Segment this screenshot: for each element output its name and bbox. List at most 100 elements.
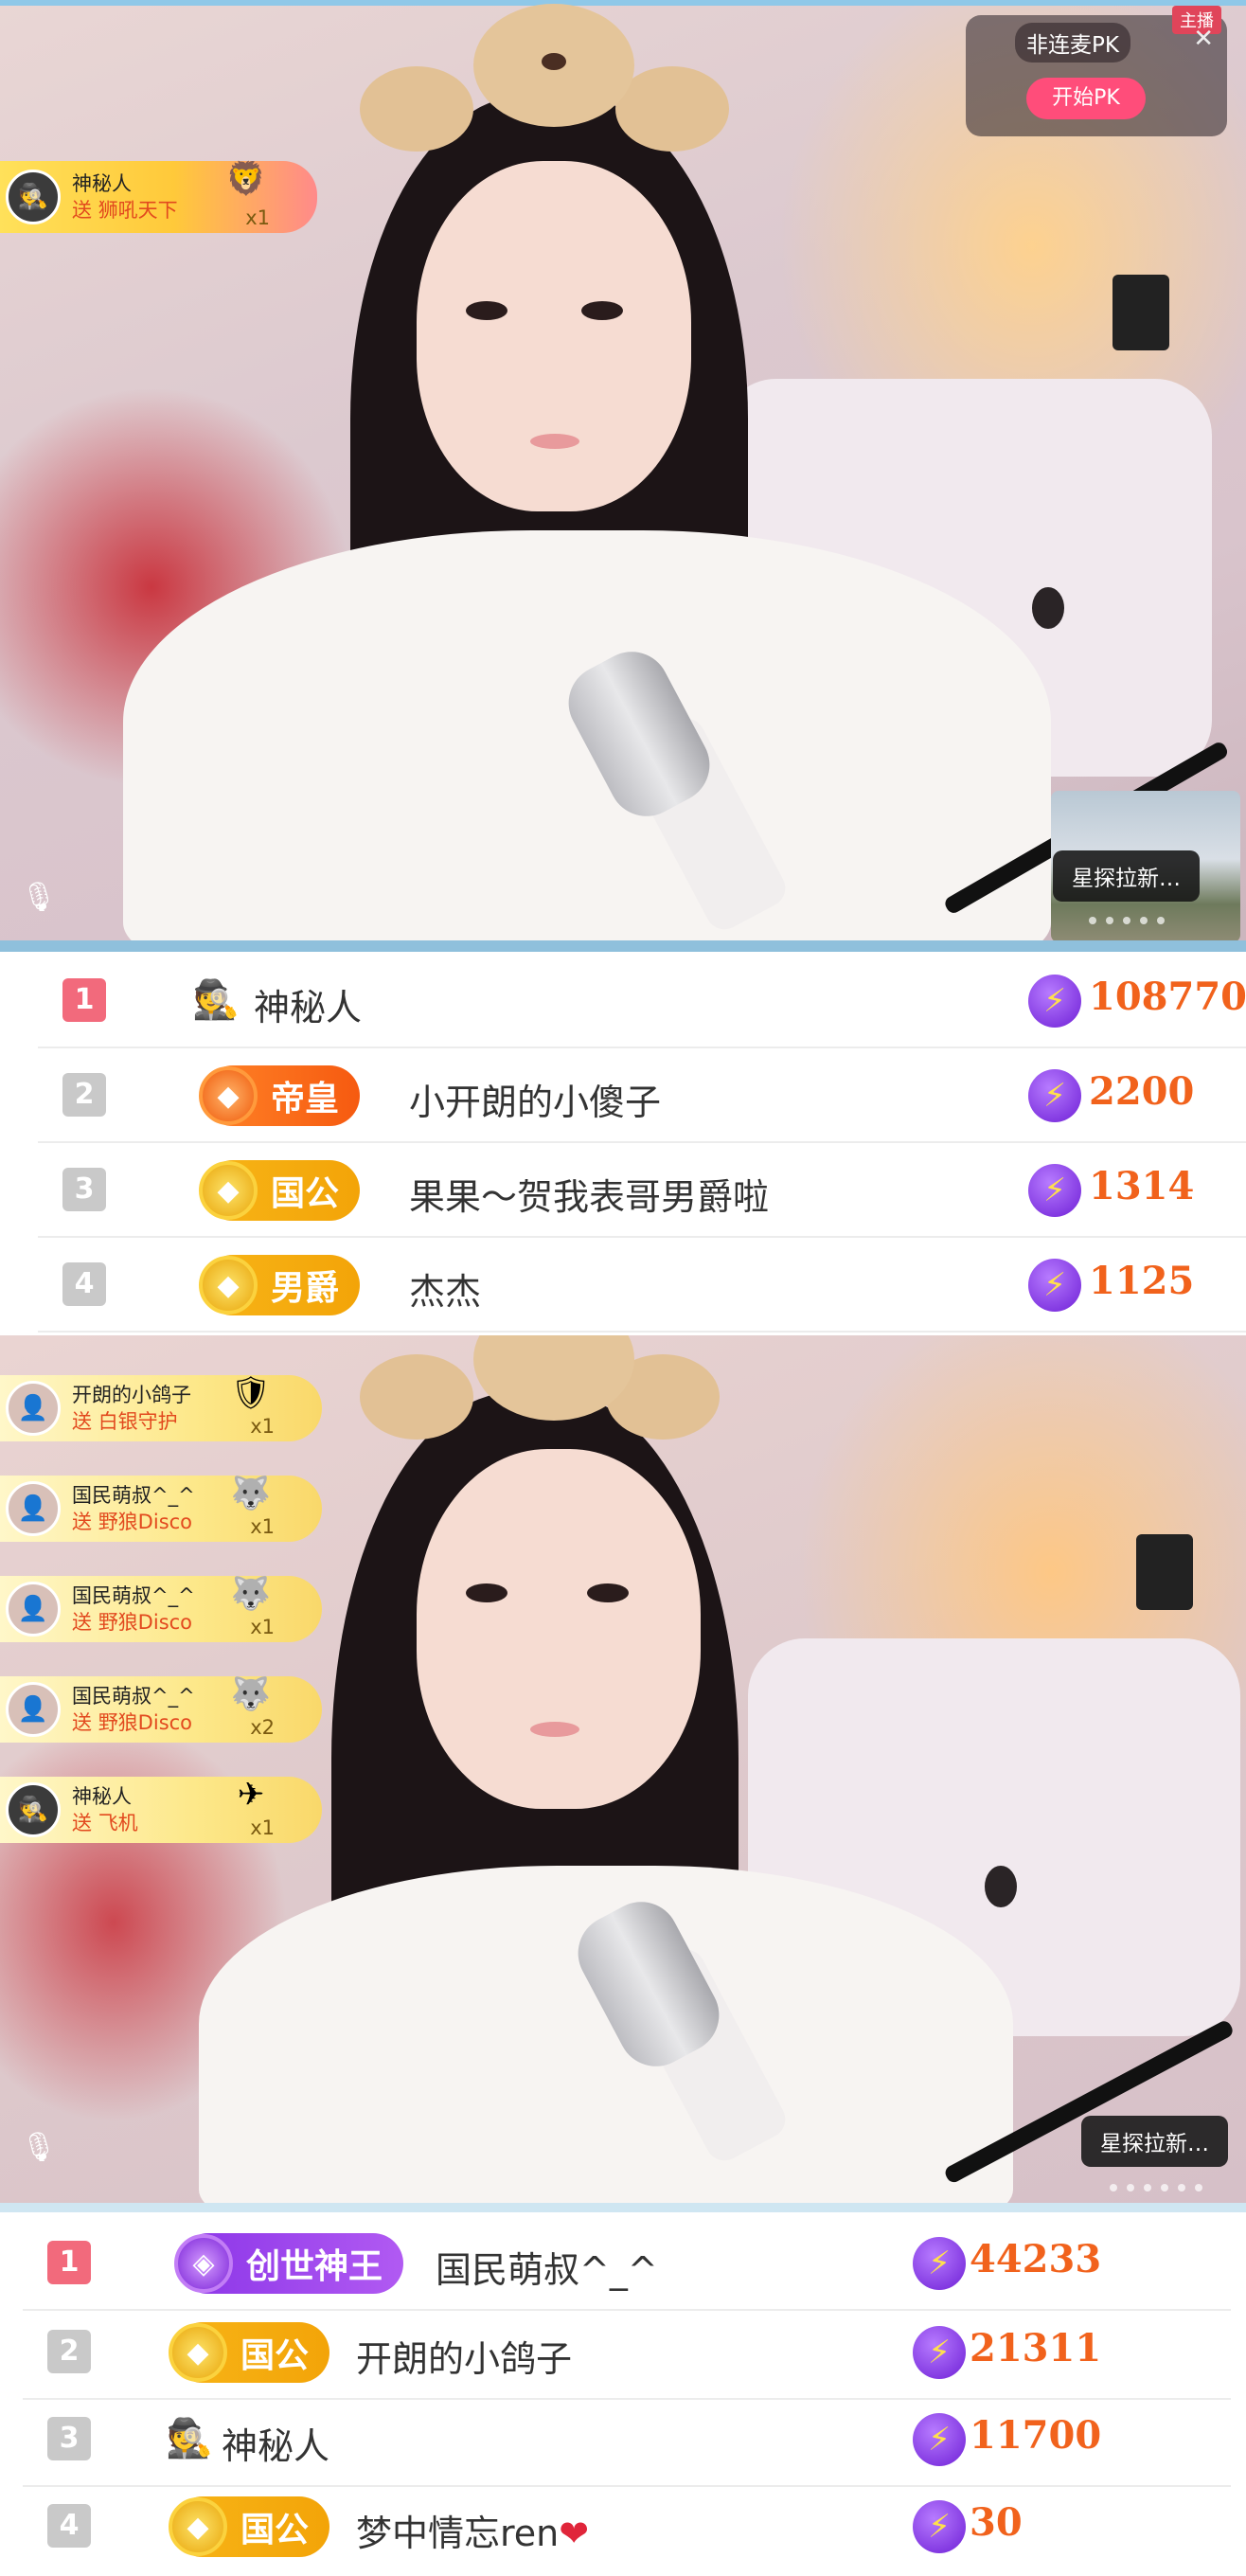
rank-row[interactable]: 4 ◆ 国公 梦中情忘ren❤ ⚡ 30 (23, 2479, 1231, 2574)
bottom-accent-strip (0, 940, 1246, 952)
gift-verb: 送 (72, 1410, 92, 1433)
diamond-icon: ◆ (199, 1161, 258, 1220)
microphone-icon[interactable]: 🎙 (21, 881, 57, 919)
incognito-hat-icon: 🕵 (166, 2416, 213, 2460)
rank-row[interactable]: 3 ◆ 国公 果果～贺我表哥男爵啦 ⚡ 1314 (38, 1143, 1246, 1238)
gift-sender: 国民萌叔^_^ (72, 1685, 195, 1708)
airplane-gift-icon: ✈ (237, 1776, 265, 1814)
gift-item: 狮吼天下 (98, 199, 178, 222)
tier-badge: ◆ 帝皇 (199, 1065, 361, 1126)
gift-count: x1 (250, 1415, 275, 1438)
rank-number: 2 (62, 1073, 106, 1117)
rank-score: 44233 (970, 2237, 1102, 2281)
gift-count: x2 (250, 1716, 275, 1739)
contribution-ranking-2: 1 ◈ 创世神王 国民萌叔^_^ ⚡ 44233 2 ◆ 国公 开朗的小鸽子 ⚡… (0, 2203, 1246, 2576)
tier-badge: ◆ 男爵 (199, 1255, 361, 1315)
diamond-icon: ◆ (169, 2323, 227, 2382)
incognito-user-icon: 🕵 (6, 170, 61, 224)
incognito-user-icon: 🕵 (6, 1782, 61, 1837)
rank-row[interactable]: 4 ◆ 男爵 杰杰 ⚡ 1125 (38, 1238, 1246, 1333)
rank-number: 2 (47, 2330, 91, 2373)
diamond-icon: ◆ (199, 1256, 258, 1315)
microphone-icon[interactable]: 🎙 (21, 2131, 57, 2169)
shield-rank-icon: ◈ (174, 2234, 233, 2293)
rank-username: 果果～贺我表哥男爵啦 (409, 1176, 770, 1218)
carousel-dots (1089, 917, 1165, 924)
rank-number: 4 (62, 1262, 106, 1306)
gift-notification: 🕵 神秘人 送 狮吼天下 🦁 x1 (0, 160, 317, 233)
start-pk-button[interactable]: 开始PK (1026, 78, 1146, 119)
gift-verb: 送 (72, 1611, 92, 1634)
lightning-icon: ⚡ (913, 2237, 966, 2290)
live-stream-screens: 🕵 神秘人 送 狮吼天下 🦁 x1 主播 非连麦PK ✕ 开始PK 🎙 星探拉新… (0, 0, 1246, 2576)
gift-item: 飞机 (98, 1812, 138, 1834)
lightning-icon: ⚡ (1028, 1259, 1081, 1312)
tier-name: 国公 (240, 2336, 310, 2375)
section-divider (0, 2203, 1246, 2212)
gift-item: 白银守护 (98, 1410, 178, 1433)
rank-row[interactable]: 1 ◈ 创世神王 国民萌叔^_^ ⚡ 44233 (23, 2216, 1231, 2311)
rank-username: 开朗的小鸽子 (356, 2338, 573, 2380)
rank-username-text: 梦中情忘ren (356, 2513, 560, 2554)
lightning-icon: ⚡ (913, 2326, 966, 2379)
close-icon[interactable]: ✕ (1193, 25, 1214, 53)
gift-notification: 👤 国民萌叔^_^ 送 野狼Disco 🐺 x2 (0, 1675, 322, 1743)
contribution-ranking-1: 1 🕵 神秘人 ⚡ 108770 2 ◆ 帝皇 小开朗的小傻子 ⚡ 2200 3… (0, 952, 1246, 1335)
carousel-dots (1110, 2184, 1202, 2191)
rank-row[interactable]: 2 ◆ 国公 开朗的小鸽子 ⚡ 21311 (23, 2305, 1231, 2400)
rank-number: 4 (47, 2504, 91, 2548)
rank-number: 1 (62, 978, 106, 1022)
tier-badge: ◆ 国公 (169, 2322, 330, 2383)
rank-row[interactable]: 2 ◆ 帝皇 小开朗的小傻子 ⚡ 2200 (38, 1048, 1246, 1143)
rank-row[interactable]: 3 🕵 神秘人 ⚡ 11700 (23, 2392, 1231, 2487)
rank-number: 1 (47, 2241, 91, 2284)
gift-sender: 神秘人 (72, 1785, 132, 1808)
tier-name: 国公 (271, 1174, 340, 1213)
rank-username: 国民萌叔^_^ (436, 2249, 658, 2291)
pk-title: 非连麦PK (1015, 23, 1130, 63)
gift-notification: 🕵 神秘人 送 飞机 ✈ x1 (0, 1776, 322, 1843)
lightning-icon: ⚡ (913, 2500, 966, 2553)
gift-sender: 国民萌叔^_^ (72, 1484, 195, 1507)
user-avatar: 👤 (6, 1481, 61, 1536)
lightning-icon: ⚡ (1028, 975, 1081, 1028)
scout-invite-label[interactable]: 星探拉新… (1053, 850, 1200, 902)
rank-number: 3 (62, 1168, 106, 1211)
gift-sender: 开朗的小鸽子 (72, 1384, 191, 1406)
tier-badge: ◈ 创世神王 (174, 2233, 404, 2294)
rank-score: 21311 (970, 2326, 1102, 2370)
gift-notification: 👤 国民萌叔^_^ 送 野狼Disco 🐺 x1 (0, 1475, 322, 1542)
streamer-figure (0, 1335, 1246, 2203)
gift-count: x1 (250, 1816, 275, 1839)
incognito-hat-icon: 🕵 (192, 977, 240, 1022)
rank-username: 杰杰 (409, 1271, 482, 1313)
rank-score: 1314 (1089, 1164, 1195, 1208)
rank-score: 30 (970, 2500, 1023, 2545)
user-avatar: 👤 (6, 1682, 61, 1737)
rank-score: 108770 (1089, 975, 1246, 1019)
gift-verb: 送 (72, 1812, 92, 1834)
heart-icon: ❤ (559, 2513, 590, 2554)
tier-name: 国公 (240, 2511, 310, 2549)
gift-verb: 送 (72, 1511, 92, 1533)
user-avatar: 👤 (6, 1381, 61, 1436)
tier-name: 帝皇 (271, 1080, 340, 1118)
rank-row[interactable]: 1 🕵 神秘人 ⚡ 108770 (38, 954, 1246, 1048)
tier-badge: ◆ 国公 (199, 1160, 361, 1221)
gift-item: 野狼Disco (98, 1511, 193, 1533)
scout-invite-label[interactable]: 星探拉新… (1081, 2116, 1228, 2167)
rank-score: 1125 (1089, 1259, 1195, 1303)
gift-count: x1 (250, 1616, 275, 1638)
lightning-icon: ⚡ (1028, 1164, 1081, 1217)
lightning-icon: ⚡ (913, 2413, 966, 2466)
rank-score: 2200 (1089, 1069, 1195, 1114)
gift-sender: 国民萌叔^_^ (72, 1584, 195, 1607)
gift-verb: 送 (72, 1711, 92, 1734)
live-video-bottom[interactable]: 👤 开朗的小鸽子 送 白银守护 🛡 x1 👤 国民萌叔^_^ 送 野狼Disco… (0, 1335, 1246, 2203)
gift-verb: 送 (72, 199, 92, 222)
live-video-top[interactable]: 🕵 神秘人 送 狮吼天下 🦁 x1 主播 非连麦PK ✕ 开始PK 🎙 星探拉新… (0, 0, 1246, 952)
lightning-icon: ⚡ (1028, 1069, 1081, 1122)
gift-notification: 👤 开朗的小鸽子 送 白银守护 🛡 x1 (0, 1374, 322, 1441)
gift-sender: 神秘人 (72, 172, 132, 195)
gift-item: 野狼Disco (98, 1711, 193, 1734)
